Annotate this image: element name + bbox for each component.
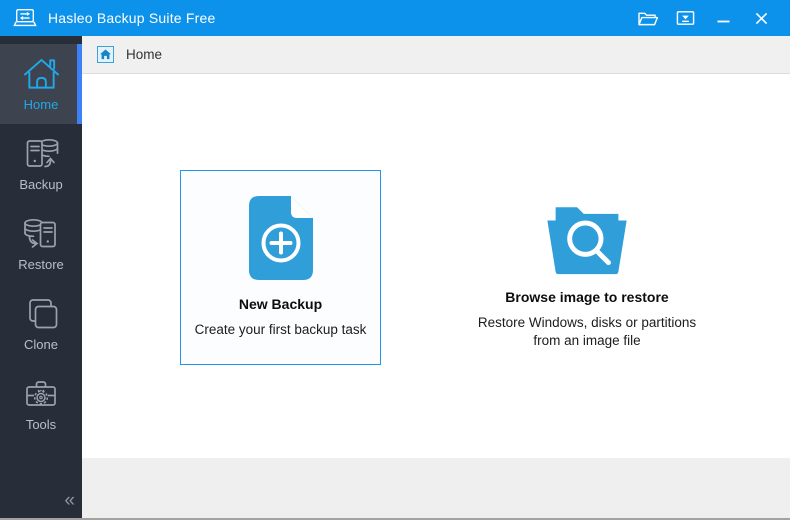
sidebar-nav: Home Backup Restore Clone Tools xyxy=(0,36,82,444)
open-image-icon[interactable] xyxy=(632,4,662,32)
footer-strip xyxy=(82,458,790,518)
main-content: New Backup Create your first backup task… xyxy=(82,75,790,458)
breadcrumb-home-icon[interactable] xyxy=(97,46,114,63)
clone-icon xyxy=(23,296,59,332)
sidebar-item-clone[interactable]: Clone xyxy=(0,284,82,364)
new-backup-document-icon xyxy=(248,196,313,285)
browse-folder-search-icon xyxy=(544,204,630,280)
home-icon xyxy=(22,57,61,92)
close-icon[interactable] xyxy=(746,4,776,32)
sidebar-item-label: Home xyxy=(23,96,59,112)
minimize-icon[interactable] xyxy=(708,4,738,32)
app-window: Hasleo Backup Suite Free Home Backup Res… xyxy=(0,0,790,520)
sidebar-item-label: Clone xyxy=(24,337,58,352)
restore-icon xyxy=(23,216,59,252)
breadcrumb-label: Home xyxy=(126,47,163,62)
sidebar-collapse-chevrons[interactable]: « xyxy=(64,490,74,512)
new-backup-card[interactable]: New Backup Create your first backup task xyxy=(180,170,381,365)
titlebar: Hasleo Backup Suite Free xyxy=(0,0,790,36)
titlebar-actions xyxy=(632,0,776,36)
browse-restore-line2: from an image file xyxy=(533,333,641,348)
tools-icon xyxy=(23,376,59,412)
sidebar-item-restore[interactable]: Restore xyxy=(0,204,82,284)
sidebar: Home Backup Restore Clone Tools « xyxy=(0,36,82,518)
sidebar-item-tools[interactable]: Tools xyxy=(0,364,82,444)
window-title: Hasleo Backup Suite Free xyxy=(48,10,216,26)
check-update-icon[interactable] xyxy=(670,4,700,32)
backup-icon xyxy=(23,136,59,172)
app-logo-icon xyxy=(13,8,37,29)
sidebar-item-backup[interactable]: Backup xyxy=(0,124,82,204)
new-backup-subtitle: Create your first backup task xyxy=(194,322,367,337)
sidebar-item-label: Restore xyxy=(18,257,64,272)
browse-restore-title: Browse image to restore xyxy=(505,289,669,305)
browse-restore-line1: Restore Windows, disks or partitions xyxy=(477,315,697,330)
browse-restore-card[interactable]: Browse image to restore Restore Windows,… xyxy=(462,170,712,365)
breadcrumb-bar: Home xyxy=(82,36,790,74)
sidebar-item-label: Backup xyxy=(19,177,63,192)
browse-restore-description: Restore Windows, disks or partitions fro… xyxy=(478,314,696,350)
sidebar-item-home[interactable]: Home xyxy=(0,44,82,124)
sidebar-item-label: Tools xyxy=(25,417,57,432)
new-backup-title: New Backup xyxy=(238,296,323,312)
